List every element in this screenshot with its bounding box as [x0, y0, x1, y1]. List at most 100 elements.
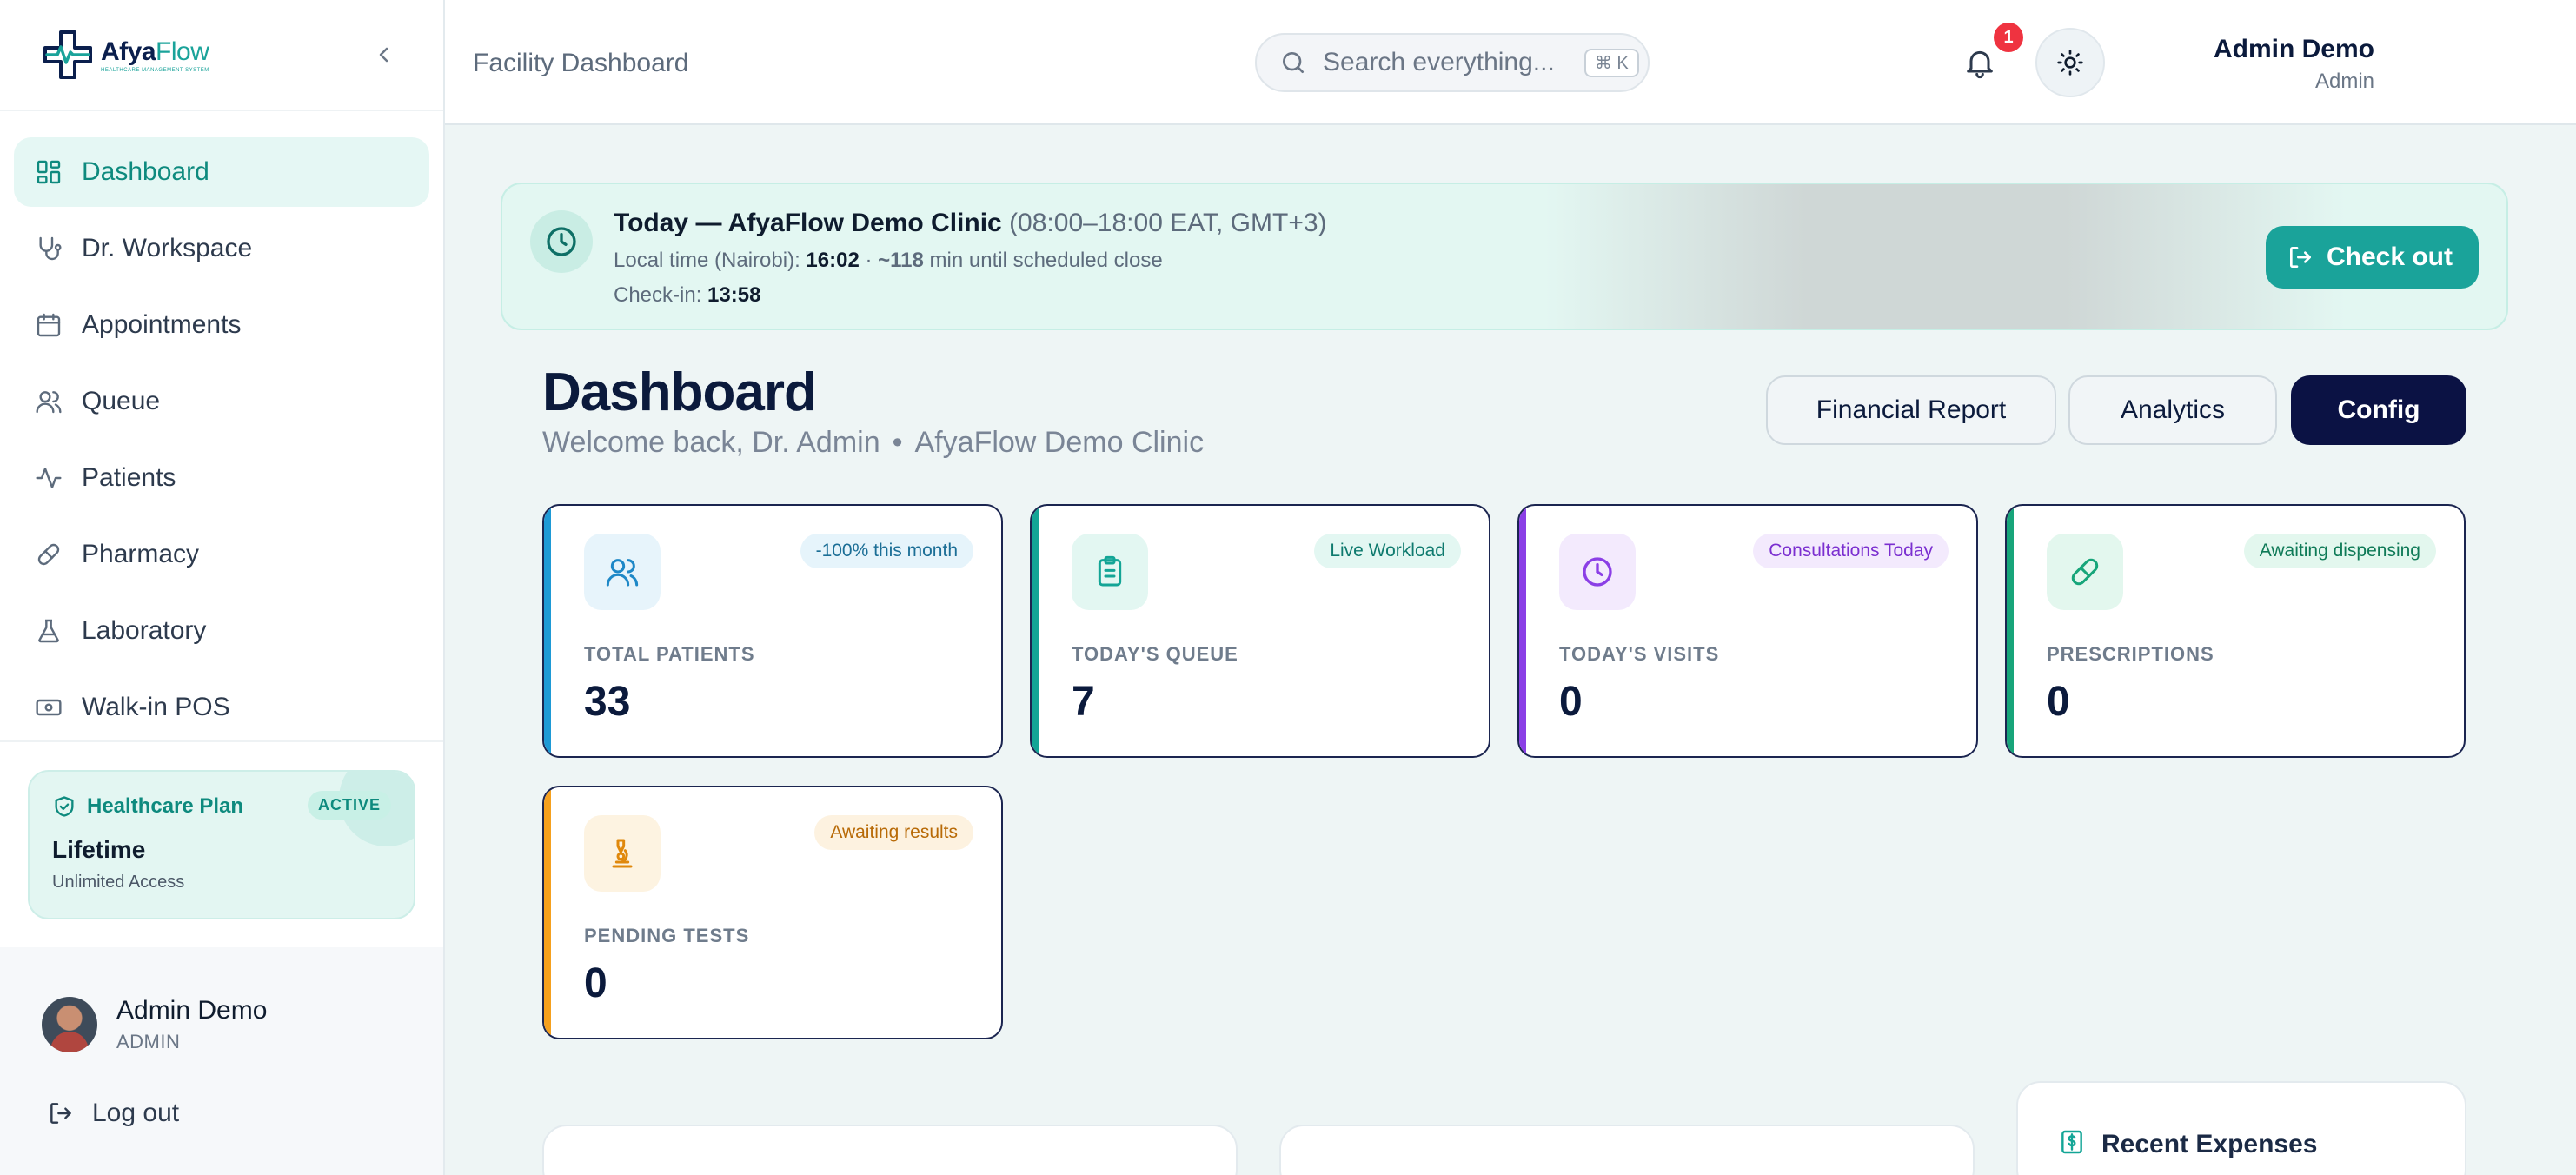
- minutes-label: min until scheduled close: [929, 249, 1163, 272]
- logo-name-b: Flow: [156, 37, 209, 66]
- clipboard-icon: [1098, 555, 1122, 587]
- chevron-left-icon: [379, 47, 388, 63]
- checkin-label: Check-in:: [614, 283, 702, 307]
- card-accent: [1519, 506, 1526, 756]
- cash-icon: [36, 699, 62, 716]
- local-time-sep: ·: [865, 249, 873, 272]
- activity-icon: [36, 468, 62, 488]
- sidebar-item-label: Dr. Workspace: [82, 234, 253, 262]
- user-name: Admin Demo: [116, 996, 268, 1025]
- theme-toggle-button[interactable]: [2035, 28, 2105, 97]
- logout-icon: [2289, 247, 2311, 268]
- card-accent: [544, 506, 551, 756]
- card-accent: [544, 787, 551, 1038]
- user-role: ADMIN: [116, 1031, 181, 1052]
- app-logo[interactable]: AfyaFlow HEALTHCARE MANAGEMENT SYSTEM: [42, 29, 209, 81]
- clock-icon: [1583, 557, 1612, 587]
- shift-banner: Today — AfyaFlow Demo Clinic (08:00–18:0…: [501, 183, 2508, 330]
- users-icon: [36, 391, 62, 414]
- card-badge: Awaiting dispensing: [2243, 534, 2436, 568]
- card-icon-tile: [2047, 534, 2123, 610]
- sidebar-divider: [0, 740, 443, 742]
- card-value: 0: [2047, 679, 2070, 725]
- local-time-line: Local time (Nairobi): 16:02 · ~118 min u…: [614, 249, 1163, 273]
- card-value: 7: [1072, 679, 1095, 725]
- local-time-label: Local time (Nairobi):: [614, 249, 800, 272]
- sidebar-item-label: Dashboard: [82, 157, 209, 186]
- welcome-text: Welcome back, Dr. Admin: [542, 426, 880, 459]
- search-icon: [1283, 52, 1304, 73]
- plan-subtitle: Unlimited Access: [52, 873, 185, 892]
- account-menu[interactable]: Admin Demo Admin: [2214, 35, 2374, 94]
- microscope-icon: [612, 839, 633, 868]
- user-profile[interactable]: Admin Demo ADMIN: [42, 996, 267, 1053]
- card-icon-tile: [1072, 534, 1148, 610]
- card-badge: Consultations Today: [1753, 534, 1949, 568]
- sidebar-item-dr-workspace[interactable]: Dr. Workspace: [14, 214, 429, 283]
- account-name: Admin Demo: [2213, 35, 2374, 63]
- shift-hours: (08:00–18:00 EAT, GMT+3): [1009, 209, 1327, 237]
- calendar-icon: [37, 313, 61, 337]
- search-input[interactable]: Search everything... ⌘ K: [1255, 33, 1650, 92]
- card-accent: [2007, 506, 2014, 756]
- logo-name-a: Afya: [101, 37, 156, 66]
- dashboard-subtitle: Welcome back, Dr. Admin • AfyaFlow Demo Cl…: [542, 426, 1204, 460]
- collapse-sidebar-button[interactable]: [367, 37, 402, 72]
- check-out-label: Check out: [2326, 242, 2453, 271]
- stat-card-prescriptions[interactable]: Awaiting dispensing PRESCRIPTIONS 0: [2005, 504, 2466, 758]
- account-role: Admin: [2314, 70, 2374, 93]
- stat-card-pending-tests[interactable]: Awaiting results PENDING TESTS 0: [542, 786, 1003, 1039]
- shift-clinic-title: Today — AfyaFlow Demo Clinic: [614, 209, 1002, 237]
- healthcare-plan-card[interactable]: Healthcare Plan ACTIVE Lifetime Unlimite…: [28, 770, 415, 919]
- clock-icon: [547, 227, 576, 256]
- sidebar-item-appointments[interactable]: Appointments: [14, 290, 429, 360]
- plan-status-badge: ACTIVE: [307, 791, 391, 820]
- bell-icon: [1967, 50, 1993, 79]
- card-badge: Live Workload: [1314, 534, 1461, 568]
- flask-icon: [38, 619, 59, 643]
- card-icon-tile: [1559, 534, 1636, 610]
- config-button[interactable]: Config: [2291, 375, 2466, 445]
- card-label: TODAY'S QUEUE: [1072, 643, 1238, 665]
- card-label: PRESCRIPTIONS: [2047, 643, 2214, 665]
- page-title: Facility Dashboard: [473, 49, 689, 77]
- stat-card-total-patients[interactable]: -100% this month TOTAL PATIENTS 33: [542, 504, 1003, 758]
- card-badge: -100% this month: [800, 534, 973, 568]
- sidebar-item-label: Walk-in POS: [82, 693, 230, 721]
- sidebar: AfyaFlow HEALTHCARE MANAGEMENT SYSTEM Da…: [0, 0, 445, 1175]
- notification-count-badge: 1: [1994, 23, 2023, 52]
- sidebar-item-pharmacy[interactable]: Pharmacy: [14, 520, 429, 589]
- logo-cross-icon: [43, 30, 92, 79]
- sidebar-item-queue[interactable]: Queue: [14, 367, 429, 436]
- lower-panel-middle: [1279, 1125, 1975, 1175]
- card-icon-tile: [584, 815, 661, 892]
- search-placeholder: Search everything...: [1323, 48, 1555, 76]
- card-accent: [1032, 506, 1039, 756]
- sidebar-nav: Dashboard Dr. Workspace Appointments Que…: [0, 111, 443, 742]
- pill-icon: [2071, 558, 2099, 586]
- logo-tagline: HEALTHCARE MANAGEMENT SYSTEM: [101, 67, 209, 73]
- financial-report-button[interactable]: Financial Report: [1766, 375, 2056, 445]
- notifications-button[interactable]: [1962, 45, 1997, 80]
- stethoscope-icon: [39, 236, 62, 261]
- sidebar-item-dashboard[interactable]: Dashboard: [14, 137, 429, 207]
- card-label: PENDING TESTS: [584, 925, 750, 946]
- sun-icon: [2057, 50, 2083, 76]
- checkin-time: 13:58: [707, 283, 761, 307]
- analytics-button[interactable]: Analytics: [2068, 375, 2277, 445]
- sidebar-item-walk-in-pos[interactable]: Walk-in POS: [14, 673, 429, 742]
- subtitle-separator: •: [892, 426, 903, 459]
- sidebar-item-label: Laboratory: [82, 616, 207, 645]
- stat-card-todays-queue[interactable]: Live Workload TODAY'S QUEUE 7: [1030, 504, 1490, 758]
- dashboard-title: Dashboard: [542, 362, 817, 422]
- sidebar-item-label: Queue: [82, 387, 161, 415]
- check-out-button[interactable]: Check out: [2265, 226, 2479, 289]
- sidebar-item-patients[interactable]: Patients: [14, 443, 429, 513]
- card-badge: Awaiting results: [814, 815, 973, 850]
- stat-card-todays-visits[interactable]: Consultations Today TODAY'S VISITS 0: [1517, 504, 1978, 758]
- sidebar-item-laboratory[interactable]: Laboratory: [14, 596, 429, 666]
- plan-label: Healthcare Plan: [87, 794, 244, 818]
- recent-expenses-title: Recent Expenses: [2101, 1130, 2318, 1158]
- recent-expenses-panel: Recent Expenses: [2016, 1081, 2466, 1175]
- logout-button[interactable]: Log out: [47, 1099, 179, 1128]
